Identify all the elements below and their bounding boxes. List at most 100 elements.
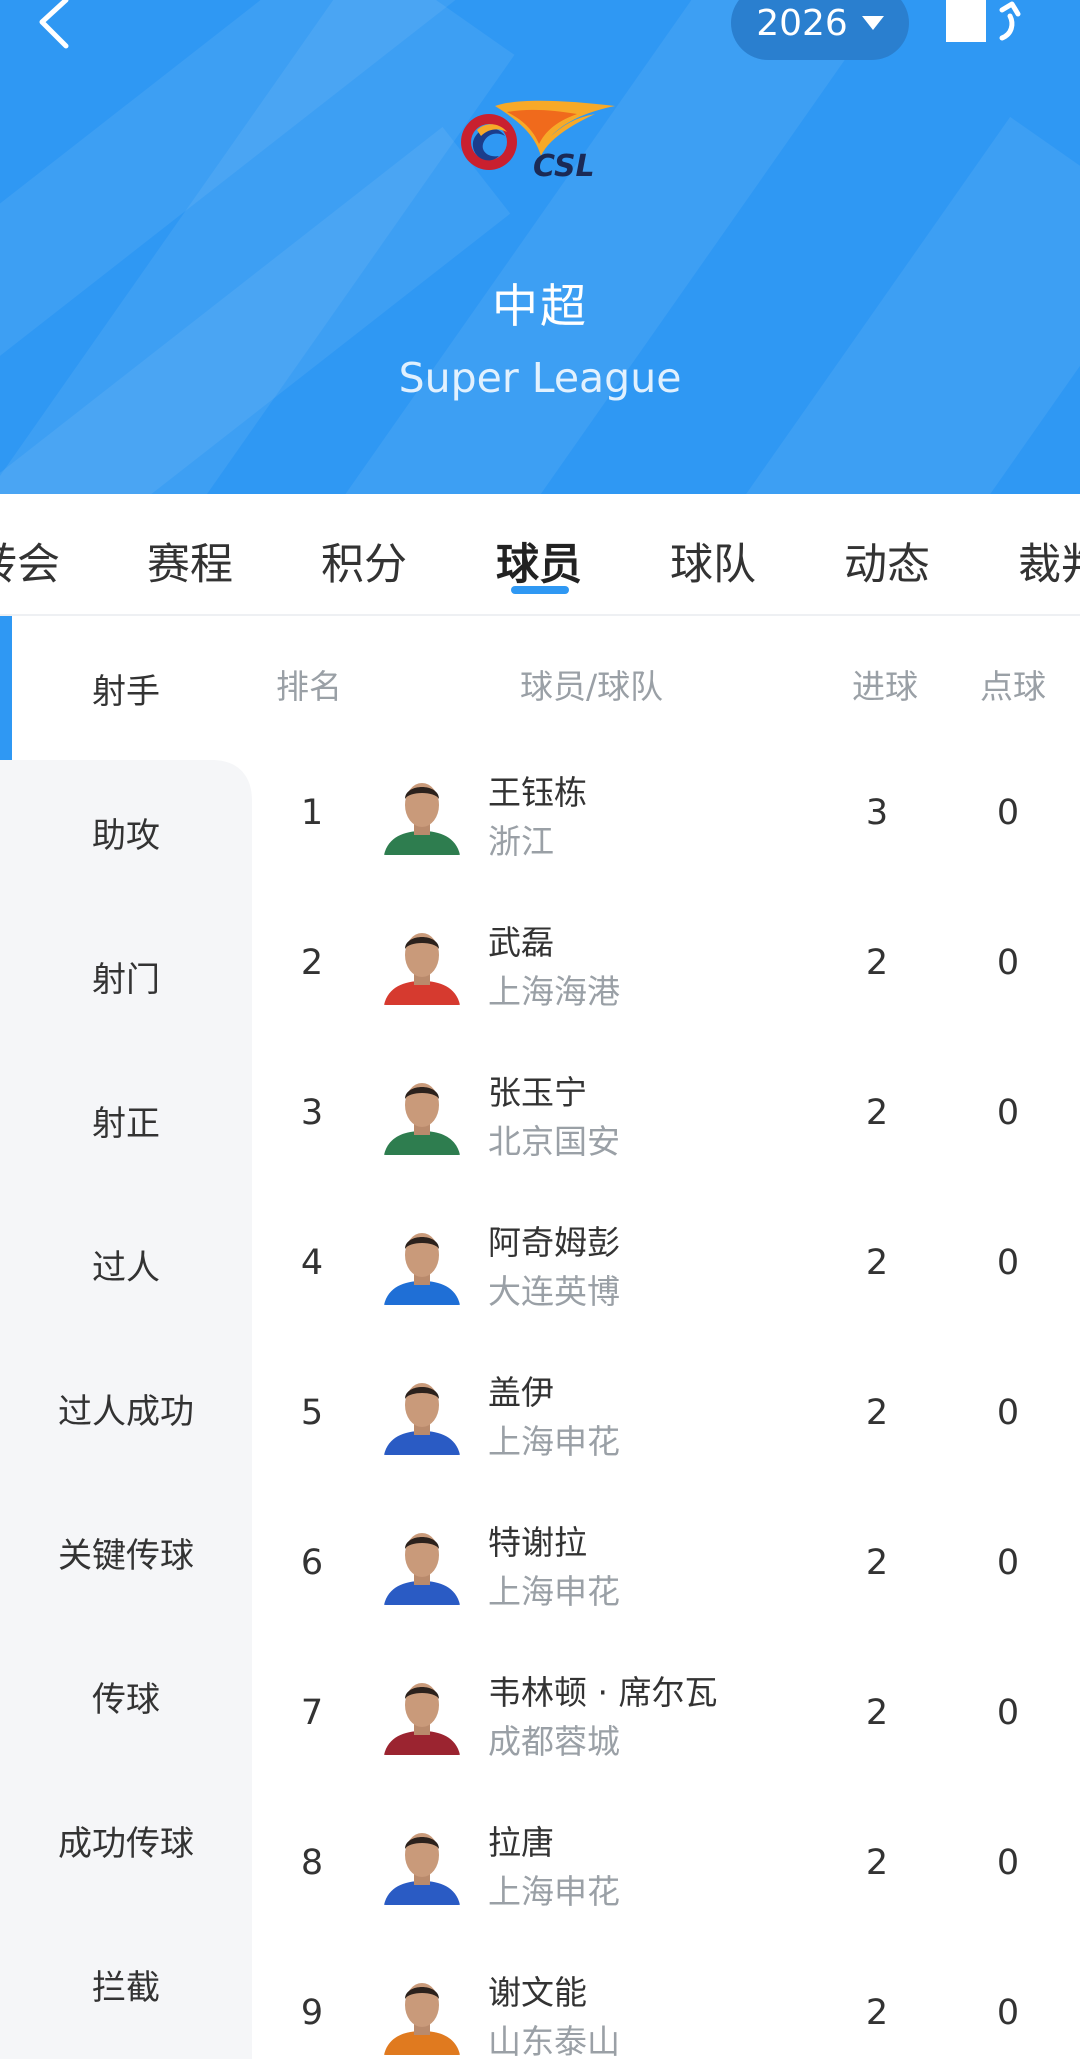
year-label: 2026 [756, 2, 848, 44]
chevron-left-icon [39, 0, 69, 49]
player-name: 王钰栋 [488, 773, 587, 812]
player-avatar [380, 771, 464, 855]
tab-schedule[interactable]: 赛程 [147, 530, 233, 592]
sidebar-item-label: 过人 [92, 1247, 160, 1288]
penalties-cell: 0 [996, 1093, 1020, 1133]
league-tabs: 转会 赛程 积分 球员 球队 动态 裁判 [0, 494, 1080, 616]
team-name: 北京国安 [488, 1122, 620, 1161]
team-name: 上海海港 [488, 972, 620, 1011]
goals-cell: 3 [865, 793, 889, 833]
goals-cell: 2 [865, 1093, 889, 1133]
penalties-cell: 0 [996, 793, 1020, 833]
player-name: 武磊 [488, 923, 554, 962]
tab-news[interactable]: 动态 [844, 530, 930, 592]
year-selector[interactable]: 2026 [731, 0, 909, 60]
player-avatar [380, 921, 464, 1005]
table-row[interactable]: 6 特谢拉上海申花 2 0 [252, 1488, 1080, 1638]
table-row[interactable]: 4 阿奇姆彭 大连英博 2 0 [252, 1188, 1080, 1338]
rank-cell: 3 [300, 1093, 324, 1133]
sidebar-item-assists[interactable]: 助攻 [0, 760, 252, 904]
sidebar-item-label: 传球 [92, 1679, 160, 1720]
tab-players[interactable]: 球员 [496, 530, 582, 592]
penalties-cell: 0 [996, 943, 1020, 983]
player-avatar [380, 1521, 464, 1605]
sidebar-item-successful-dribbles[interactable]: 过人成功 [0, 1336, 252, 1480]
sidebar-active-indicator [0, 616, 12, 760]
tab-teams[interactable]: 球队 [670, 530, 756, 592]
team-name: 上海申花 [488, 1572, 620, 1611]
player-name: 韦林顿 · 席尔瓦 [488, 1673, 718, 1712]
rank-cell: 9 [300, 1993, 324, 2033]
team-name: 成都蓉城 [488, 1722, 620, 1761]
table-row[interactable]: 8 拉唐上海申花 2 0 [252, 1788, 1080, 1938]
league-header: 2026 CSL 中超 Super League [0, 0, 1080, 494]
penalties-cell: 0 [996, 1543, 1020, 1583]
rank-cell: 2 [300, 943, 324, 983]
sidebar-item-label: 助攻 [92, 815, 160, 856]
column-header-player-team: 球员/球队 [520, 667, 664, 706]
rank-cell: 6 [300, 1543, 324, 1583]
svg-text:CSL: CSL [533, 149, 595, 182]
sidebar-item-dribbles[interactable]: 过人 [0, 1192, 252, 1336]
goals-cell: 2 [865, 1393, 889, 1433]
table-row[interactable]: 7 韦林顿 · 席尔瓦 成都蓉城 2 0 [252, 1638, 1080, 1788]
goals-cell: 2 [865, 1993, 889, 2033]
column-header-rank: 排名 [276, 667, 342, 706]
tab-referees[interactable]: 裁判 [1018, 530, 1080, 592]
sidebar-item-label: 过人成功 [58, 1391, 194, 1432]
table-row[interactable]: 5 盖伊上海申花 2 0 [252, 1338, 1080, 1488]
penalties-cell: 0 [996, 1843, 1020, 1883]
penalties-cell: 0 [996, 1693, 1020, 1733]
share-button[interactable] [944, 0, 1026, 50]
sidebar-item-label: 拦截 [92, 1967, 160, 2008]
player-avatar [380, 1821, 464, 1905]
back-button[interactable] [28, 0, 84, 56]
stat-category-sidebar: 射手 助攻 射门 射正 过人 过人成功 关键传球 传球 成功传球 拦截 [0, 616, 252, 2059]
sidebar-item-scorers[interactable]: 射手 [0, 616, 252, 760]
sidebar-item-successful-passes[interactable]: 成功传球 [0, 1768, 252, 1912]
penalties-cell: 0 [996, 1393, 1020, 1433]
team-name: 上海申花 [488, 1872, 620, 1911]
sidebar-item-label: 射手 [92, 671, 160, 712]
goals-cell: 2 [865, 1843, 889, 1883]
tab-transfer[interactable]: 转会 [0, 530, 60, 592]
sidebar-item-shots[interactable]: 射门 [0, 904, 252, 1048]
sidebar-item-shots-on-target[interactable]: 射正 [0, 1048, 252, 1192]
sidebar-item-passes[interactable]: 传球 [0, 1624, 252, 1768]
column-header-penalties[interactable]: 点球 [980, 660, 1046, 708]
rank-cell: 5 [300, 1393, 324, 1433]
player-name: 张玉宁 [488, 1073, 587, 1112]
tab-standings[interactable]: 积分 [321, 530, 407, 592]
player-name: 拉唐 [488, 1823, 554, 1862]
player-avatar [380, 1671, 464, 1755]
table-row[interactable]: 9 谢文能 山东泰山 2 0 [252, 1938, 1080, 2059]
sidebar-item-key-passes[interactable]: 关键传球 [0, 1480, 252, 1624]
table-row[interactable]: 2 武磊上海海港 2 0 [252, 888, 1080, 1038]
rank-cell: 1 [300, 793, 324, 833]
csl-logo: CSL [455, 96, 620, 184]
player-name: 盖伊 [488, 1373, 554, 1412]
team-name: 上海申花 [488, 1422, 620, 1461]
goals-cell: 2 [865, 943, 889, 983]
column-header-goals[interactable]: 进球 [852, 660, 918, 708]
player-name: 特谢拉 [488, 1523, 587, 1562]
goals-cell: 2 [865, 1543, 889, 1583]
sidebar-item-label: 成功传球 [58, 1823, 194, 1864]
table-row[interactable]: 1 王钰栋浙江 3 0 [252, 738, 1080, 888]
player-avatar [380, 1971, 464, 2055]
sidebar-item-label: 关键传球 [58, 1535, 194, 1576]
sidebar-item-label: 射正 [92, 1103, 160, 1144]
player-avatar [380, 1071, 464, 1155]
rank-cell: 8 [300, 1843, 324, 1883]
team-name: 大连英博 [488, 1272, 620, 1311]
sidebar-item-interceptions[interactable]: 拦截 [0, 1912, 252, 2056]
active-tab-indicator [511, 586, 569, 594]
rank-cell: 7 [300, 1693, 324, 1733]
team-name: 山东泰山 [488, 2022, 620, 2059]
team-name: 浙江 [488, 822, 554, 861]
player-name: 阿奇姆彭 [488, 1223, 620, 1262]
share-icon [946, 0, 1021, 42]
table-row[interactable]: 3 张玉宁北京国安 2 0 [252, 1038, 1080, 1188]
sidebar-item-label: 射门 [92, 959, 160, 1000]
penalties-cell: 0 [996, 1243, 1020, 1283]
